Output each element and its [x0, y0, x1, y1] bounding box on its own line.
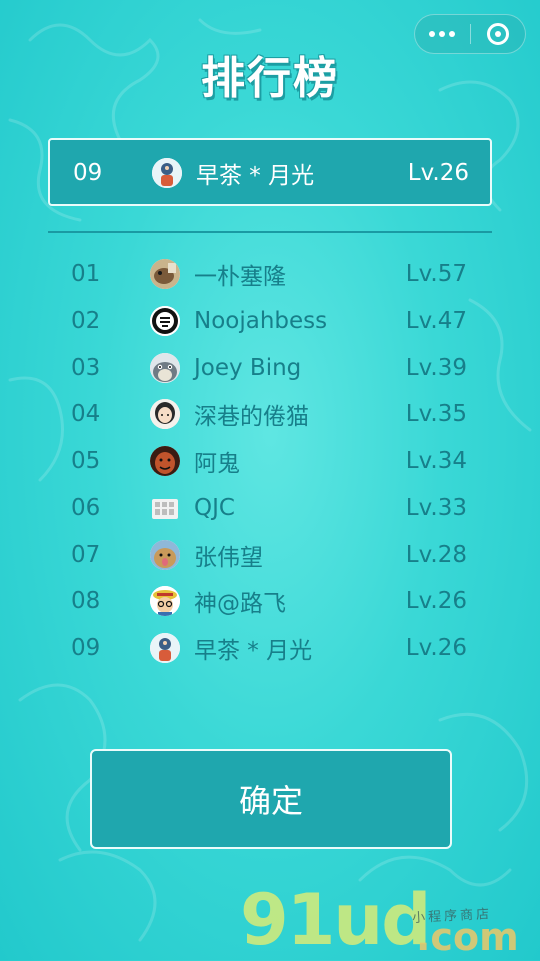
rank-number: 01 — [71, 261, 101, 287]
player-name: 阿鬼 — [194, 451, 240, 477]
player-level: Lv.28 — [405, 542, 467, 568]
avatar-girl-icon — [150, 399, 180, 429]
list-item: 07 张伟望 Lv.28 — [48, 532, 492, 578]
rank-number: 08 — [71, 588, 101, 614]
list-item: 03 Joey Bing Lv.39 — [48, 345, 492, 391]
rank-number: 07 — [71, 542, 101, 568]
watermark-main-text: 91ud — [240, 879, 431, 961]
avatar-tea-moonlight-icon — [152, 158, 182, 188]
player-name: 一朴塞隆 — [194, 264, 286, 290]
rank-number: 04 — [71, 401, 101, 427]
player-level: Lv.39 — [405, 355, 467, 381]
watermark-domain: .com — [416, 915, 519, 959]
player-name: 深巷的倦猫 — [194, 404, 309, 430]
rank-number: 02 — [71, 308, 101, 334]
player-name: 神@路飞 — [194, 591, 286, 617]
avatar-luffy-icon — [150, 586, 180, 616]
avatar-tea-moonlight-icon — [150, 633, 180, 663]
watermark-logo: 91ud 小程序商店 .com — [240, 885, 540, 960]
list-item: 06 QJC Lv.33 — [48, 485, 492, 531]
more-dots-icon — [429, 31, 456, 37]
list-item: 08 神@路飞 Lv.26 — [48, 578, 492, 624]
avatar-badge-icon — [150, 306, 180, 336]
player-name: Noojahbess — [194, 308, 328, 334]
player-level: Lv.35 — [405, 401, 467, 427]
player-level: Lv.26 — [405, 635, 467, 661]
avatar-face-icon — [150, 446, 180, 476]
player-level: Lv.26 — [407, 160, 469, 186]
list-item: 01 一朴塞隆 Lv.57 — [48, 251, 492, 297]
list-item: 02 Noojahbess Lv.47 — [48, 298, 492, 344]
player-level: Lv.33 — [405, 495, 467, 521]
player-level: Lv.47 — [405, 308, 467, 334]
avatar-totoro-icon — [150, 353, 180, 383]
rank-number: 06 — [71, 495, 101, 521]
page-title: 排行榜 — [201, 53, 339, 104]
player-name: QJC — [194, 495, 235, 521]
player-name: Joey Bing — [194, 355, 302, 381]
player-name: 早茶 * 月光 — [196, 163, 315, 189]
player-level: Lv.34 — [405, 448, 467, 474]
rank-number: 03 — [71, 355, 101, 381]
my-rank-card: 09 早茶 * 月光 Lv.26 — [48, 138, 492, 206]
rank-number: 05 — [71, 448, 101, 474]
confirm-button[interactable]: 确定 — [90, 749, 452, 849]
list-item: 04 深巷的倦猫 Lv.35 — [48, 391, 492, 437]
avatar-puppy-icon — [150, 540, 180, 570]
my-rank-row: 09 早茶 * 月光 Lv.26 — [50, 150, 494, 196]
list-item: 05 阿鬼 Lv.34 — [48, 438, 492, 484]
player-name: 张伟望 — [194, 545, 263, 571]
avatar-keyboard-icon — [150, 493, 180, 523]
player-level: Lv.57 — [405, 261, 467, 287]
rank-number: 09 — [71, 635, 101, 661]
section-divider — [48, 231, 492, 233]
player-level: Lv.26 — [405, 588, 467, 614]
list-item: 09 早茶 * 月光 Lv.26 — [48, 625, 492, 671]
player-name: 早茶 * 月光 — [194, 638, 313, 664]
avatar-dog-icon — [150, 259, 180, 289]
rank-number: 09 — [73, 160, 103, 186]
